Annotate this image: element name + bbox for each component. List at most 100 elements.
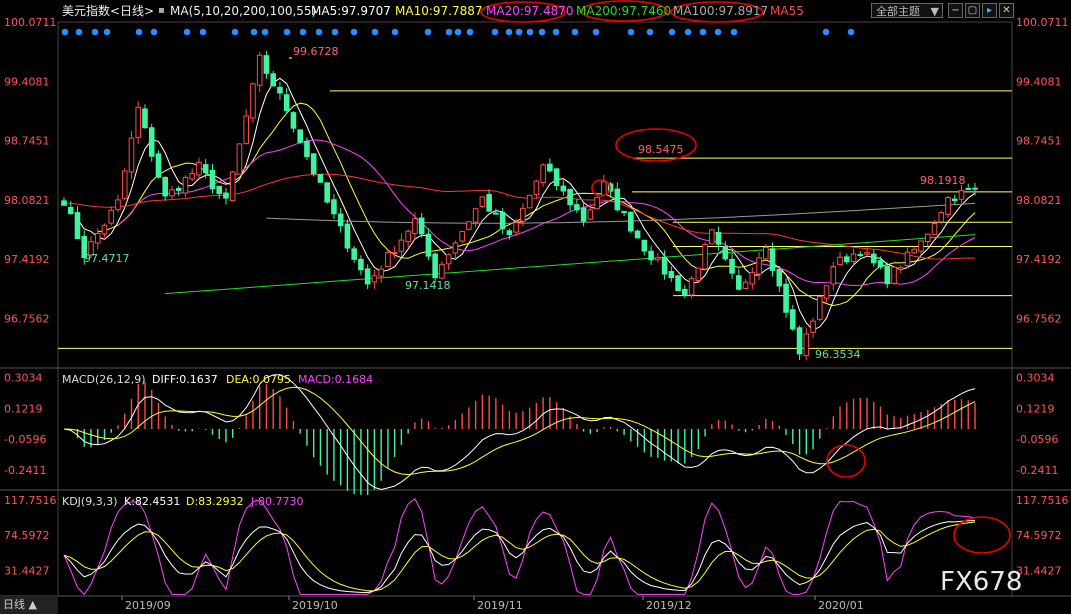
candle-body <box>837 256 843 266</box>
expand-button[interactable]: ▸ <box>982 3 997 18</box>
signal-dot <box>150 28 158 36</box>
candle-body <box>256 54 263 86</box>
candle-body <box>162 176 169 197</box>
kdj-tick-right: 74.5972 <box>1016 529 1062 542</box>
candle-body <box>628 211 634 232</box>
candle-body <box>816 296 823 320</box>
signal-dot <box>391 28 399 36</box>
dea-label: DEA:0.0795 <box>226 373 291 386</box>
theme-select[interactable]: 全部主题 ▼ <box>871 3 943 18</box>
high-label-2: 98.5475 <box>638 143 684 156</box>
signal-dot <box>571 28 579 36</box>
highlight-circle-macd <box>826 444 866 478</box>
candle-body <box>128 137 135 173</box>
candle-body <box>378 268 384 277</box>
signal-dot <box>231 28 239 36</box>
macd-tick-right: 0.3034 <box>1016 372 1055 385</box>
date-tick: 2020/01 <box>818 599 864 612</box>
candle-body <box>702 244 708 270</box>
macd-title: MACD(26,12,9) <box>62 373 146 386</box>
high-label-3: 98.1918 <box>920 174 966 187</box>
candle-body <box>682 288 688 296</box>
candle-body <box>655 257 661 261</box>
ma200-label: MA200:97.7460 <box>576 4 672 18</box>
high-label-1: 99.6728 <box>293 45 339 58</box>
macd-tick-right: -0.2411 <box>1016 464 1058 477</box>
candle-body <box>823 285 830 299</box>
signal-dot <box>315 28 323 36</box>
candle-body <box>540 164 546 183</box>
candle-body <box>749 272 756 285</box>
candle-body <box>587 209 594 220</box>
close-button[interactable]: ✕ <box>999 3 1014 18</box>
candle-body <box>466 221 472 230</box>
candle-body <box>513 222 519 233</box>
kdj-tick-left: 31.4427 <box>4 564 50 577</box>
candle-body <box>574 204 580 211</box>
candle-body <box>236 143 243 175</box>
price-tick-right: 98.7451 <box>1016 135 1062 148</box>
candle-body <box>506 230 513 236</box>
candle-body <box>547 163 553 172</box>
candle-body <box>223 192 229 199</box>
signal-dot <box>505 28 513 36</box>
candle-body <box>331 199 337 215</box>
candle-body <box>756 257 762 275</box>
candle-body <box>722 246 729 260</box>
candle-body <box>344 223 351 249</box>
signal-dot <box>627 28 635 36</box>
candle-body <box>843 256 850 263</box>
period-control[interactable]: 日线 ▲ <box>0 596 58 614</box>
date-tick: 2019/09 <box>125 599 171 612</box>
candle-body <box>870 253 877 264</box>
candle-body <box>304 140 310 157</box>
ma10-label: MA10:97.7887 <box>395 4 483 18</box>
ma10-line <box>97 102 976 307</box>
candle-body <box>810 320 816 333</box>
signal-dot <box>261 28 269 36</box>
candle-body <box>432 253 438 279</box>
signal-dot <box>466 28 474 36</box>
candle-body <box>965 188 972 191</box>
ma-toggle-icon[interactable]: ▪ <box>158 0 165 22</box>
price-tick-left: 96.7562 <box>4 312 50 325</box>
candle-body <box>182 176 189 194</box>
ma-params-label: MA(5,10,20,200,100,55) <box>170 4 317 18</box>
candle-body <box>560 185 567 192</box>
low-label-3: 96.3534 <box>815 348 861 361</box>
candle-body <box>310 153 317 175</box>
plot-frame <box>57 21 1013 597</box>
candle-body <box>452 242 459 254</box>
date-tick: 2019/11 <box>477 599 523 612</box>
candle-body <box>135 106 142 138</box>
candle-body <box>675 275 681 292</box>
candle-body <box>283 94 290 112</box>
candle-body <box>972 187 978 190</box>
minus-button[interactable]: − <box>948 3 963 18</box>
candle-body <box>297 129 303 143</box>
candle-body <box>594 197 600 210</box>
candle-body <box>769 248 776 271</box>
candle-body <box>857 254 864 257</box>
ma100-label: MA100:97.8917 <box>673 4 769 18</box>
signal-dot <box>183 28 191 36</box>
diff-line <box>63 374 976 491</box>
candle-body <box>918 240 924 252</box>
window-button[interactable]: ▢ <box>965 3 980 18</box>
low-label-1: 97.4717 <box>84 252 130 265</box>
kdj-title: KDJ(9,3,3) <box>62 495 118 508</box>
signal-dot <box>135 28 143 36</box>
candle-body <box>317 174 324 183</box>
price-tick-right: 97.4192 <box>1016 253 1062 266</box>
candle-body <box>897 267 904 270</box>
k-line <box>63 520 976 594</box>
candle-body <box>337 213 344 227</box>
candle-body <box>776 268 783 287</box>
candle-body <box>108 209 115 224</box>
candle-body <box>661 256 668 275</box>
candle-body <box>614 188 621 211</box>
candle-body <box>891 266 897 284</box>
ma55-label: MA55 <box>770 4 804 18</box>
chart-canvas: 100.0711 100.071199.4081 99.408198.7451 98.… <box>0 0 1071 612</box>
candle-body <box>567 188 573 206</box>
